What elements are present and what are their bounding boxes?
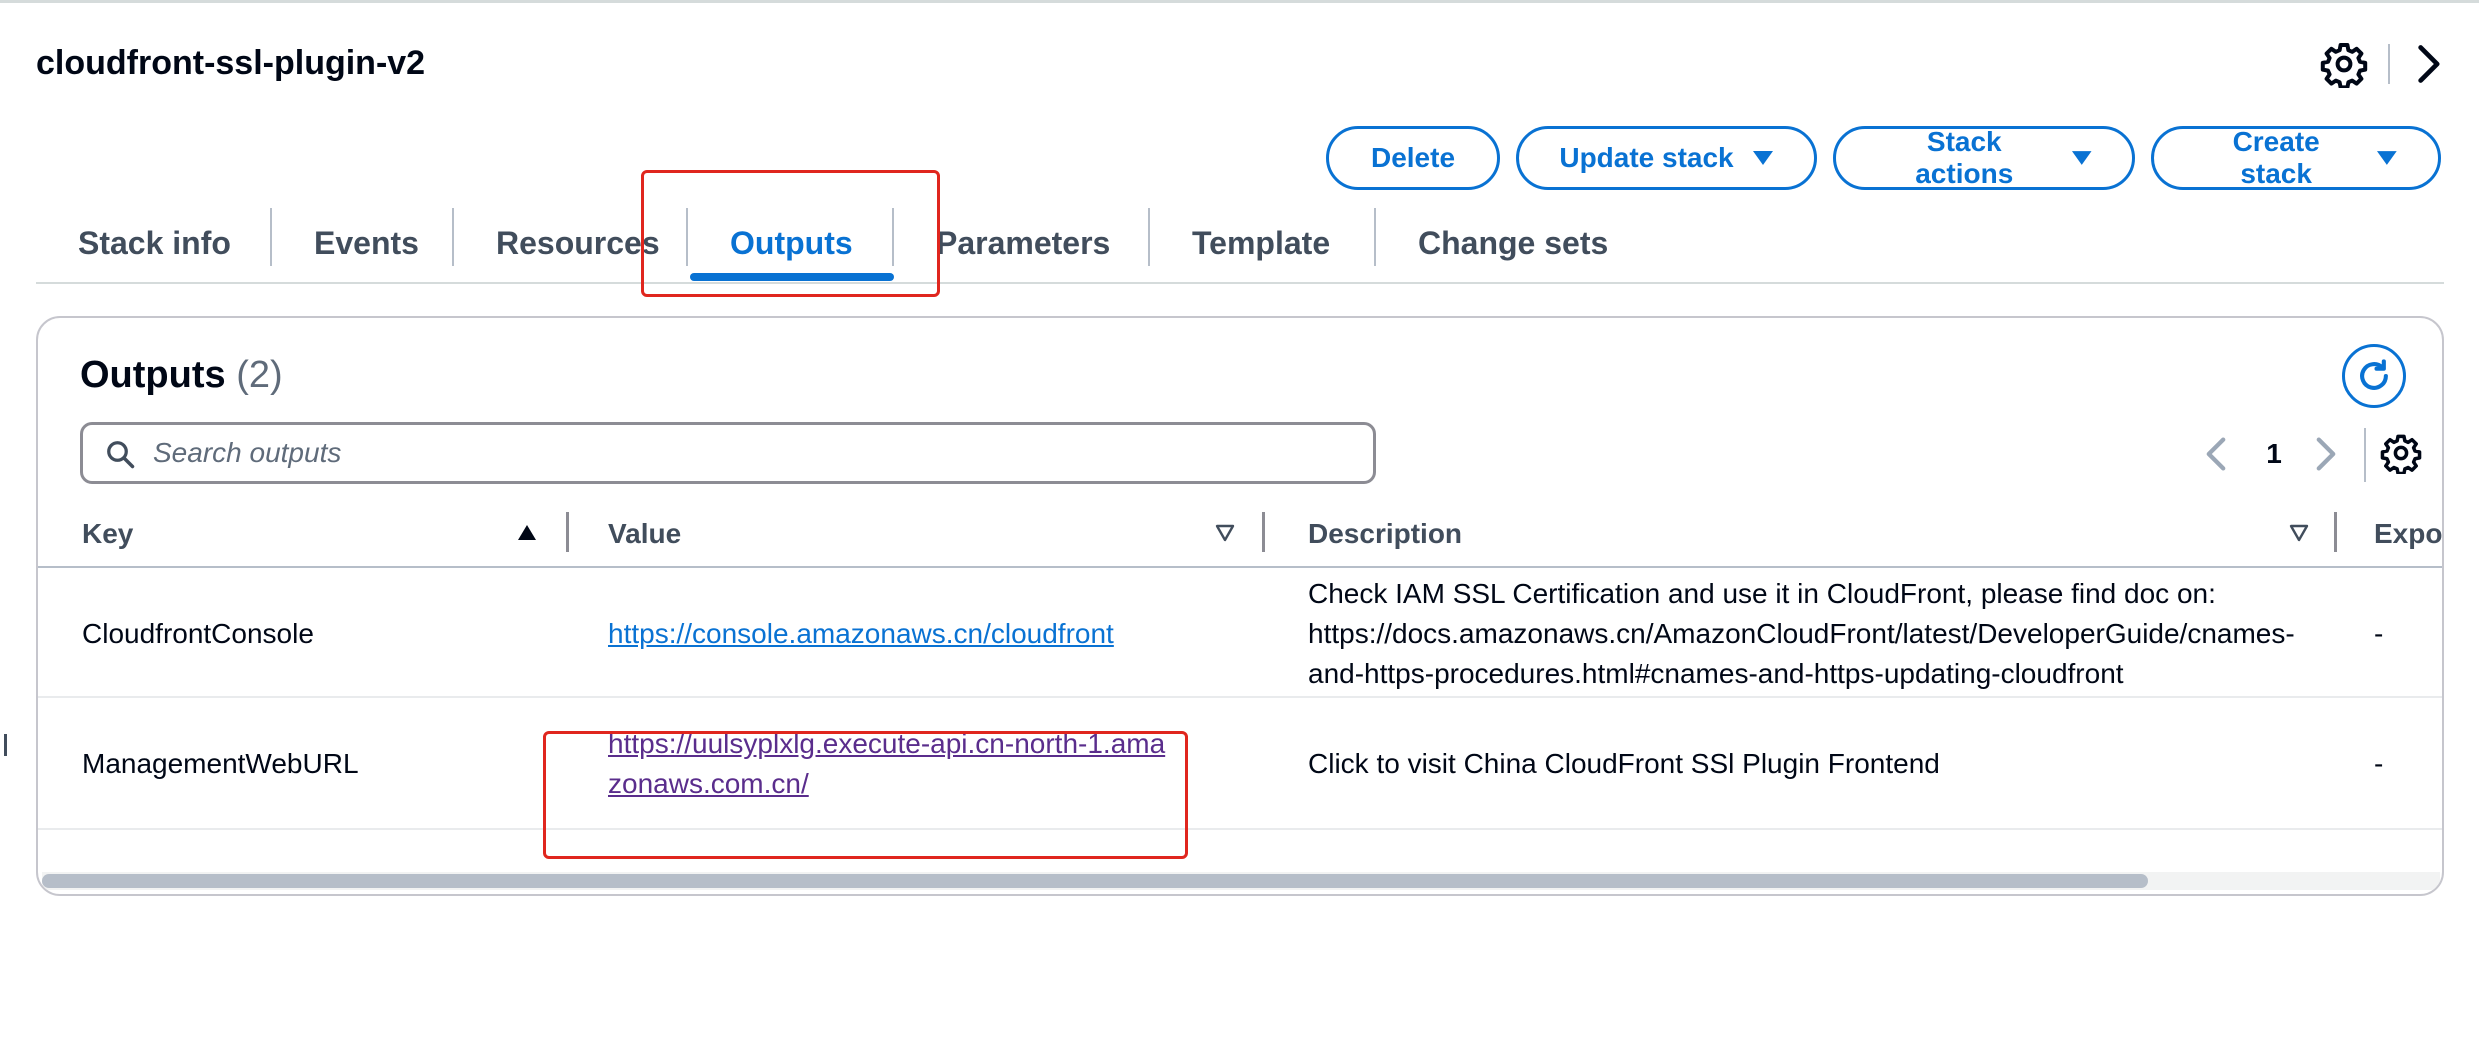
- table-row: ManagementWebURL https://uulsyplxlg.exec…: [38, 700, 2442, 830]
- tab-resources[interactable]: Resources: [496, 204, 660, 282]
- top-divider: [0, 0, 2479, 3]
- tab-divider: [270, 208, 272, 266]
- search-field[interactable]: [80, 422, 1376, 484]
- sort-ascending-icon[interactable]: [516, 522, 538, 544]
- row-export: -: [2374, 618, 2384, 649]
- refresh-button[interactable]: [2342, 344, 2406, 408]
- delete-button[interactable]: Delete: [1326, 126, 1500, 190]
- column-header-export[interactable]: Export name: [2374, 518, 2442, 550]
- tab-template[interactable]: Template: [1192, 204, 1330, 282]
- row-key: ManagementWebURL: [82, 748, 359, 779]
- outputs-count: (2): [236, 354, 283, 396]
- update-stack-label: Update stack: [1559, 142, 1734, 173]
- table-settings-icon[interactable]: [2380, 432, 2422, 474]
- row-value-link[interactable]: https://console.amazonaws.cn/cloudfront: [608, 618, 1114, 649]
- sort-icon[interactable]: [1214, 522, 1236, 544]
- tab-divider: [686, 208, 688, 266]
- row-key: CloudfrontConsole: [82, 618, 314, 649]
- stack-actions-label: Stack actions: [1915, 126, 2014, 189]
- header-divider: [2388, 44, 2390, 84]
- row-value-link[interactable]: https://uulsyplxlg.execute-api.cn-north-…: [608, 728, 1165, 799]
- chevron-left-icon[interactable]: [2202, 436, 2230, 472]
- caret-down-icon: [2071, 151, 2092, 165]
- stack-tabs: Stack info Events Resources Outputs Para…: [36, 204, 2444, 284]
- chevron-right-icon[interactable]: [2408, 42, 2448, 86]
- search-input[interactable]: [153, 431, 1353, 475]
- row-description: Check IAM SSL Certification and use it i…: [1308, 578, 2295, 689]
- text-cursor-mark: [4, 734, 7, 756]
- page-title: cloudfront-ssl-plugin-v2: [36, 44, 426, 82]
- column-header-key[interactable]: Key: [82, 518, 133, 550]
- column-header-description[interactable]: Description: [1308, 518, 1462, 550]
- table-row: CloudfrontConsole https://console.amazon…: [38, 570, 2442, 698]
- pager-divider: [2364, 428, 2366, 482]
- row-value: https://uulsyplxlg.execute-api.cn-north-…: [608, 724, 1168, 804]
- stack-actions-bar: Delete Update stack Stack actions Create…: [1326, 126, 2441, 190]
- delete-button-label: Delete: [1370, 142, 1456, 173]
- row-description: Click to visit China CloudFront SSl Plug…: [1308, 748, 1940, 779]
- tab-divider: [892, 208, 894, 266]
- tab-divider: [452, 208, 454, 266]
- table-header: Key Value Description Export name: [38, 506, 2442, 568]
- tab-divider: [1374, 208, 1376, 266]
- tab-parameters[interactable]: Parameters: [936, 204, 1110, 282]
- update-stack-button[interactable]: Update stack: [1516, 126, 1817, 190]
- column-resizer[interactable]: [566, 512, 569, 552]
- page-number[interactable]: 1: [2258, 438, 2290, 470]
- outputs-heading: Outputs (2): [80, 354, 283, 397]
- horizontal-scrollbar-thumb[interactable]: [42, 874, 2148, 888]
- tab-change-sets[interactable]: Change sets: [1418, 204, 1608, 282]
- outputs-panel: Outputs (2) 1 Key: [36, 316, 2444, 896]
- column-resizer[interactable]: [2334, 512, 2337, 552]
- column-header-value[interactable]: Value: [608, 518, 681, 550]
- create-stack-label: Create stack: [2232, 126, 2320, 189]
- caret-down-icon: [2377, 151, 2398, 165]
- sort-icon[interactable]: [2288, 522, 2310, 544]
- refresh-icon: [2360, 359, 2388, 390]
- tab-divider: [1148, 208, 1150, 266]
- tab-outputs[interactable]: Outputs: [730, 204, 853, 282]
- row-export: -: [2374, 748, 2384, 779]
- gear-icon[interactable]: [2320, 40, 2368, 88]
- tab-events[interactable]: Events: [314, 204, 419, 282]
- stack-actions-button[interactable]: Stack actions: [1833, 126, 2135, 190]
- pagination: 1: [2158, 428, 2422, 482]
- column-resizer[interactable]: [1262, 512, 1265, 552]
- tab-stack-info[interactable]: Stack info: [78, 204, 231, 282]
- create-stack-button[interactable]: Create stack: [2151, 126, 2441, 190]
- outputs-title: Outputs: [80, 354, 226, 396]
- active-tab-indicator: [690, 273, 894, 281]
- chevron-right-icon[interactable]: [2312, 436, 2340, 472]
- row-value: https://console.amazonaws.cn/cloudfront: [608, 614, 1114, 654]
- header-tools: [2320, 40, 2450, 88]
- search-icon: [107, 441, 135, 469]
- caret-down-icon: [1752, 151, 1773, 165]
